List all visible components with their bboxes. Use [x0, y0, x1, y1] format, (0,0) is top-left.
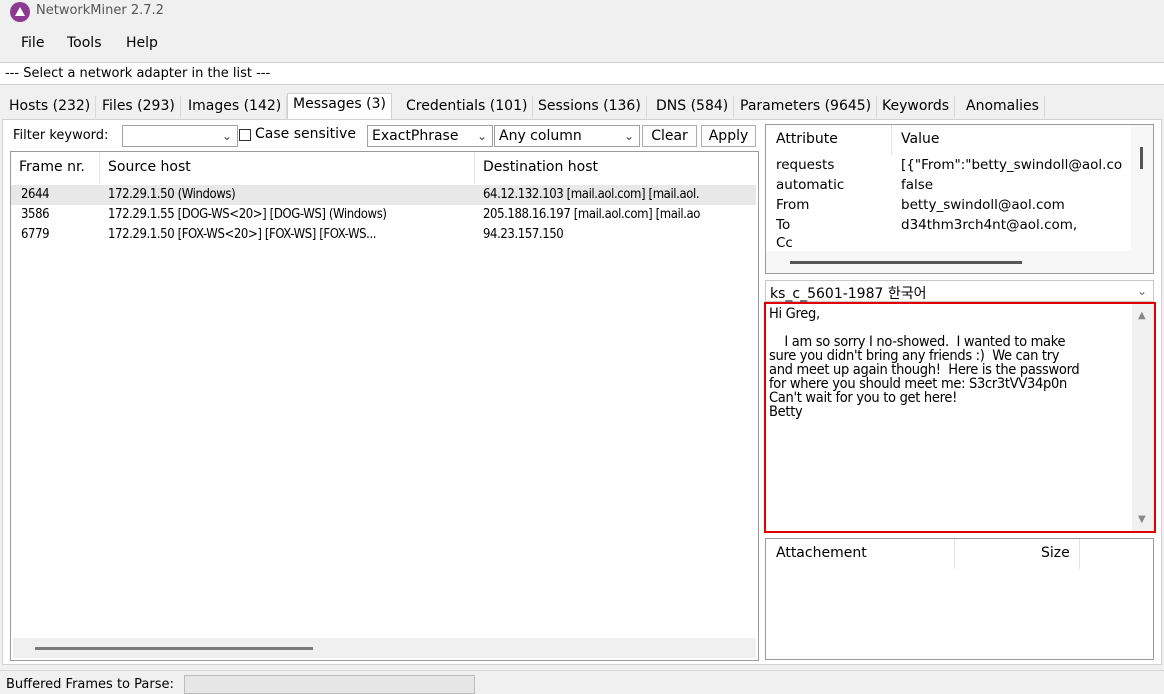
case-sensitive-checkbox[interactable] [239, 129, 251, 141]
message-body-textbox[interactable]: Hi Greg, I am so sorry I no-showed. I wa… [764, 302, 1156, 533]
attribute-value: betty_swindoll@aol.com [901, 197, 1065, 213]
tab-parameters[interactable]: Parameters (9645) [735, 96, 878, 118]
clear-button[interactable]: Clear [642, 125, 697, 147]
horizontal-scrollbar[interactable] [13, 638, 756, 658]
tab-credentials[interactable]: Credentials (101) [401, 96, 534, 118]
network-adapter-text: --- Select a network adapter in the list… [5, 66, 271, 81]
chevron-down-icon: ⌄ [1136, 284, 1147, 298]
menu-file[interactable]: File [21, 35, 44, 51]
chevron-down-icon: ⌄ [221, 129, 232, 143]
vertical-scrollbar[interactable]: ▲ ▼ [1132, 304, 1154, 531]
tab-images[interactable]: Images (142) [183, 96, 288, 118]
status-bar: Buffered Frames to Parse: [0, 670, 1164, 694]
menu-tools[interactable]: Tools [67, 35, 102, 51]
column-header-attachment[interactable]: Attachement [776, 545, 867, 561]
cell-destination: 205.188.16.197 [mail.aol.com] [mail.ao [483, 207, 701, 222]
table-row[interactable]: 6779 172.29.1.50 [FOX-WS<20>] [FOX-WS] [… [11, 225, 756, 245]
apply-button[interactable]: Apply [701, 125, 756, 147]
scrollbar-thumb[interactable] [35, 647, 313, 650]
column-header-source-host[interactable]: Source host [100, 152, 475, 184]
scrollbar-thumb[interactable] [790, 261, 1022, 264]
messages-list[interactable]: Frame nr. Source host Destination host 2… [10, 151, 759, 661]
column-header-value[interactable]: Value [901, 131, 939, 147]
horizontal-scrollbar[interactable] [766, 251, 1153, 273]
encoding-select[interactable]: ks_c_5601-1987 한국어 ⌄ [765, 280, 1154, 302]
attribute-name: From [776, 197, 810, 213]
tab-strip: Hosts (232) Files (293) Images (142) Mes… [0, 93, 1164, 120]
scrollbar-thumb[interactable] [1140, 147, 1143, 169]
chevron-down-icon: ⌄ [623, 129, 634, 143]
column-divider [1079, 539, 1080, 569]
cell-source: 172.29.1.55 [DOG-WS<20>] [DOG-WS] (Windo… [108, 207, 387, 222]
tab-keywords[interactable]: Keywords [877, 96, 956, 118]
column-value: Any column [499, 128, 582, 144]
case-sensitive-label: Case sensitive [255, 126, 356, 142]
scroll-down-arrow-icon[interactable]: ▼ [1138, 514, 1146, 525]
column-divider [954, 539, 955, 569]
match-mode-value: ExactPhrase [372, 128, 459, 144]
networkminer-logo-icon [10, 2, 30, 22]
attribute-value: false [901, 177, 934, 193]
column-header-attribute[interactable]: Attribute [776, 131, 838, 147]
window-title: NetworkMiner 2.7.2 [36, 3, 164, 18]
buffered-frames-label: Buffered Frames to Parse: [6, 677, 174, 692]
column-header-size[interactable]: Size [1041, 545, 1070, 561]
vertical-scrollbar[interactable] [1131, 125, 1153, 251]
chevron-down-icon: ⌄ [476, 129, 487, 143]
tab-files[interactable]: Files (293) [97, 96, 181, 118]
filter-keyword-label: Filter keyword: [13, 128, 109, 143]
scroll-up-arrow-icon[interactable]: ▲ [1138, 310, 1146, 321]
attribute-name: requests [776, 157, 835, 173]
attribute-value: [{"From":"betty_swindoll@aol.co [901, 157, 1123, 173]
table-row[interactable]: 3586 172.29.1.55 [DOG-WS<20>] [DOG-WS] (… [11, 205, 756, 225]
cell-frame: 6779 [21, 227, 50, 242]
column-divider [891, 125, 892, 155]
tab-messages[interactable]: Messages (3) [287, 93, 392, 120]
cell-frame: 3586 [21, 207, 50, 222]
tab-anomalies[interactable]: Anomalies [961, 96, 1045, 118]
cell-destination: 94.23.157.150 [483, 227, 564, 242]
menu-bar: File Tools Help [0, 32, 1164, 56]
column-header-destination-host[interactable]: Destination host [475, 152, 765, 184]
buffered-frames-progress [184, 675, 475, 694]
cell-destination: 64.12.132.103 [mail.aol.com] [mail.aol. [483, 187, 700, 202]
tab-hosts[interactable]: Hosts (232) [4, 96, 97, 118]
cell-source: 172.29.1.50 [FOX-WS<20>] [FOX-WS] [FOX-W… [108, 227, 377, 242]
attribute-name: To [776, 217, 791, 233]
message-body-text: Hi Greg, I am so sorry I no-showed. I wa… [769, 306, 1080, 420]
column-select[interactable]: Any column ⌄ [494, 125, 640, 147]
column-header-frame[interactable]: Frame nr. [11, 152, 100, 184]
attributes-panel[interactable]: Attribute Value requests [{"From":"betty… [765, 124, 1154, 274]
filter-keyword-combo[interactable]: ⌄ [122, 125, 238, 147]
cell-source: 172.29.1.50 (Windows) [108, 187, 236, 202]
network-adapter-select[interactable]: --- Select a network adapter in the list… [0, 62, 1164, 85]
tab-dns[interactable]: DNS (584) [651, 96, 735, 118]
attribute-value: d34thm3rch4nt@aol.com, [901, 217, 1078, 233]
menu-help[interactable]: Help [126, 35, 158, 51]
attribute-name: Cc [776, 235, 793, 251]
attribute-name: automatic [776, 177, 845, 193]
match-mode-select[interactable]: ExactPhrase ⌄ [367, 125, 493, 147]
attachments-list[interactable]: Attachement Size [765, 538, 1154, 660]
table-row[interactable]: 2644 172.29.1.50 (Windows) 64.12.132.103… [11, 185, 756, 205]
encoding-value: ks_c_5601-1987 한국어 [770, 286, 927, 302]
cell-frame: 2644 [21, 187, 50, 202]
title-bar: NetworkMiner 2.7.2 [0, 0, 1164, 25]
tab-sessions[interactable]: Sessions (136) [533, 96, 647, 118]
attribute-value [901, 235, 1131, 251]
